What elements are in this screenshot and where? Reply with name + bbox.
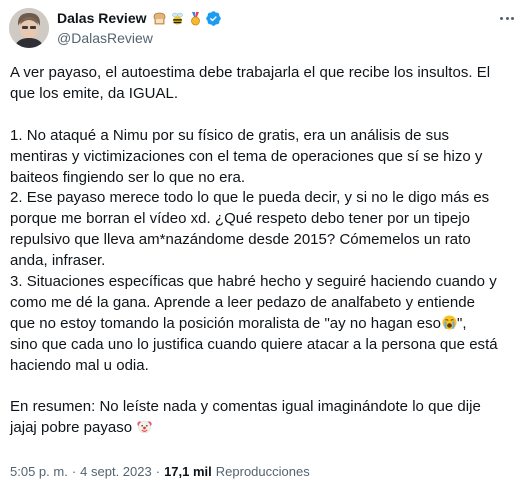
text-line: que no estoy tomando la posición moralis…	[10, 314, 442, 332]
text-line: 1. No ataqué a Nimu por su físico de gra…	[10, 126, 450, 144]
medal-icon	[188, 11, 203, 26]
tweet-time[interactable]: 5:05 p. m.	[10, 464, 68, 480]
text-line: porque me borran el vídeo xd. ¿Qué respe…	[10, 210, 470, 228]
text-line: como me dé la gana. Aprende a leer pedaz…	[10, 293, 475, 311]
user-handle[interactable]: @DalasReview	[57, 29, 222, 47]
text-line: anda, infraser.	[10, 252, 106, 270]
text-line: mentiras y victimizaciones con el tema d…	[10, 147, 483, 165]
clown-face-emoji	[137, 419, 152, 434]
text-line-suffix: ",	[457, 314, 467, 332]
display-name[interactable]: Dalas Review	[57, 9, 147, 27]
tweet-text: A ver payaso, el autoestima debe trabaja…	[10, 63, 522, 439]
views-label: Reproducciones	[215, 464, 310, 479]
name-row: Dalas Review	[57, 9, 222, 27]
tweet-header: Dalas Review @DalasReview	[57, 9, 222, 47]
bread-icon	[152, 11, 167, 26]
verified-badge-icon[interactable]	[205, 10, 222, 27]
text-line: 2. Ese payaso merece todo lo que le pued…	[10, 189, 490, 207]
tweet-metadata: 5:05 p. m. · 4 sept. 2023 · 17,1 mil Rep…	[10, 464, 310, 480]
crying-face-emoji	[442, 315, 457, 330]
text-line: sino que cada uno lo justifica cuando qu…	[10, 335, 498, 353]
bee-icon	[170, 11, 185, 26]
text-line-with-emoji: que no estoy tomando la posición moralis…	[10, 314, 522, 335]
separator-dot: ·	[155, 464, 161, 479]
tweet-card: Dalas Review @DalasReview A ver payaso, …	[0, 0, 528, 491]
text-line: que los emite, da IGUAL.	[10, 84, 179, 102]
text-line: 3. Situaciones específicas que habré hec…	[10, 273, 497, 291]
text-line: A ver payaso, el autoestima debe trabaja…	[10, 64, 491, 81]
text-line-with-emoji: jajaj pobre payaso	[10, 418, 522, 439]
separator-dot: ·	[71, 464, 77, 479]
text-line: En resumen: No leíste nada y comentas ig…	[10, 398, 481, 416]
text-line: jajaj pobre payaso	[10, 419, 133, 437]
tweet-date[interactable]: 4 sept. 2023	[80, 464, 152, 480]
text-line: baiteos fingiendo ser lo que no era.	[10, 168, 246, 186]
text-line: haciendo mal u odia.	[10, 356, 149, 374]
views-count: 17,1 mil	[164, 464, 212, 479]
text-line: repulsivo que lleva am*nazándome desde 2…	[10, 231, 471, 249]
more-options-icon[interactable]	[496, 9, 518, 27]
avatar[interactable]	[9, 8, 49, 48]
